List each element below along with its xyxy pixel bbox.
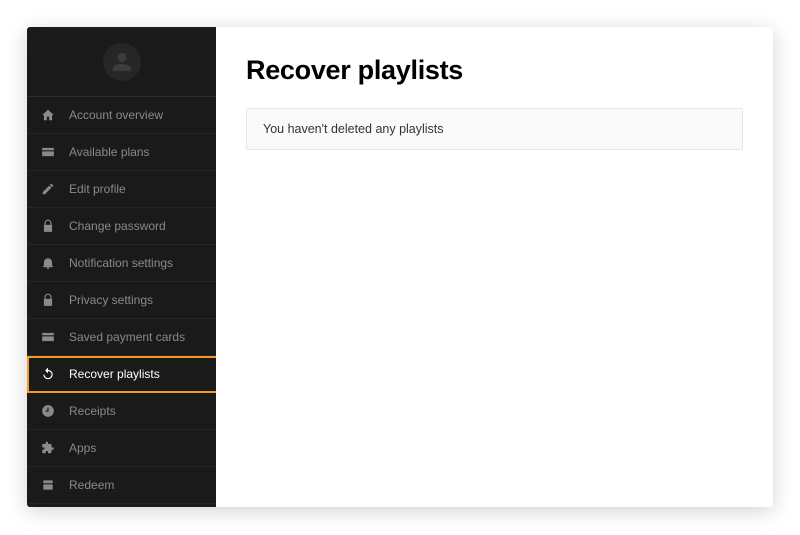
sidebar-item-recover-playlists[interactable]: Recover playlists (27, 356, 216, 393)
card-icon (41, 330, 55, 344)
bell-icon (41, 256, 55, 270)
sidebar-item-label: Account overview (69, 108, 163, 122)
puzzle-icon (41, 441, 55, 455)
sidebar-item-available-plans[interactable]: Available plans (27, 134, 216, 171)
redeem-icon (41, 478, 55, 492)
refresh-icon (41, 367, 55, 381)
sidebar-item-label: Saved payment cards (69, 330, 185, 344)
sidebar-item-edit-profile[interactable]: Edit profile (27, 171, 216, 208)
sidebar-item-label: Edit profile (69, 182, 126, 196)
profile-avatar-area[interactable] (27, 27, 216, 97)
sidebar-item-saved-payment-cards[interactable]: Saved payment cards (27, 319, 216, 356)
sidebar-item-receipts[interactable]: Receipts (27, 393, 216, 430)
sidebar-item-label: Recover playlists (69, 367, 160, 381)
card-icon (41, 145, 55, 159)
sidebar: Account overview Available plans Edit pr… (27, 27, 216, 507)
avatar-placeholder (103, 43, 141, 81)
clock-icon (41, 404, 55, 418)
sidebar-item-redeem[interactable]: Redeem (27, 467, 216, 504)
sidebar-item-account-overview[interactable]: Account overview (27, 97, 216, 134)
sidebar-item-label: Notification settings (69, 256, 173, 270)
sidebar-item-label: Redeem (69, 478, 114, 492)
sidebar-item-label: Receipts (69, 404, 116, 418)
page-title: Recover playlists (246, 55, 743, 86)
empty-state-message: You haven't deleted any playlists (246, 108, 743, 150)
sidebar-item-label: Change password (69, 219, 166, 233)
sidebar-item-label: Apps (69, 441, 96, 455)
sidebar-item-change-password[interactable]: Change password (27, 208, 216, 245)
pencil-icon (41, 182, 55, 196)
sidebar-item-notification-settings[interactable]: Notification settings (27, 245, 216, 282)
sidebar-item-label: Available plans (69, 145, 150, 159)
account-settings-window: Account overview Available plans Edit pr… (27, 27, 773, 507)
lock-icon (41, 219, 55, 233)
sidebar-item-privacy-settings[interactable]: Privacy settings (27, 282, 216, 319)
sidebar-item-label: Privacy settings (69, 293, 153, 307)
sidebar-nav: Account overview Available plans Edit pr… (27, 97, 216, 504)
home-icon (41, 108, 55, 122)
lock-icon (41, 293, 55, 307)
user-icon (111, 51, 133, 73)
main-content: Recover playlists You haven't deleted an… (216, 27, 773, 507)
sidebar-item-apps[interactable]: Apps (27, 430, 216, 467)
